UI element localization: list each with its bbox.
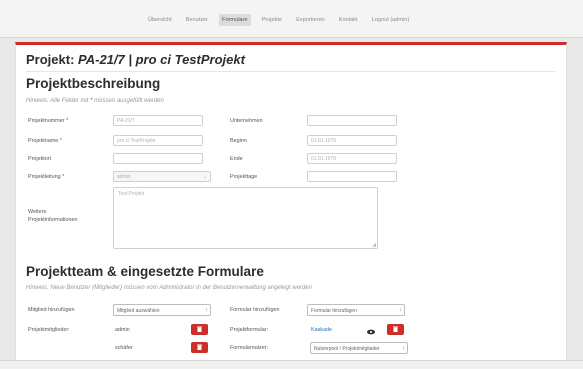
formular-select-value: Formular hinzufügen [311, 308, 357, 314]
weitere-projektinformationen-textarea[interactable]: Test Projekt ◢ [113, 187, 378, 249]
required-hint: Hinweis: Alle Felder mit * müssen ausgef… [26, 98, 164, 104]
label-formularnutzer: Formularnutzer: [230, 345, 269, 351]
label-beginn: Beginn [230, 138, 247, 144]
label-projektname: Projektname * [28, 138, 62, 144]
label-weitere-projektinformationen: Weitere Projektinformationen [28, 209, 78, 223]
projektort-input[interactable] [113, 153, 203, 164]
projektleitung-value: admin [117, 174, 131, 180]
chevron-down-icon: ↕ [205, 307, 209, 313]
nav-item-benutzer[interactable]: Benutzer [183, 14, 211, 26]
description-heading: Projektbeschreibung [26, 76, 161, 91]
label-unternehmen: Unternehmen [230, 118, 263, 124]
mitglied-select-value: Mitglied auswählen [117, 308, 160, 314]
formularnutzer-select[interactable]: Nutzerpool / Projektmitglieder ↕ [310, 342, 408, 354]
beginn-input[interactable]: 01.01.1970 [307, 135, 397, 146]
label-ende: Ende [230, 156, 243, 162]
nav-item-exportieren[interactable]: Exportieren [293, 14, 328, 26]
unternehmen-input[interactable] [307, 115, 397, 126]
chevron-down-icon: ↕ [399, 307, 403, 313]
weitere-value: Test Projekt [118, 191, 145, 197]
projektformular-link[interactable]: Kaskade [311, 327, 332, 333]
nav-item-kontakt[interactable]: Kontakt [336, 14, 361, 26]
nav-item-uebersicht[interactable]: Übersicht [145, 14, 175, 26]
formularnutzer-select-value: Nutzerpool / Projektmitglieder [314, 346, 380, 352]
page-title-project: PA-21/7 | pro ci TestProjekt [78, 52, 245, 67]
member-schaefer: schäfer [115, 345, 133, 351]
team-hint: Hinweis: Neue Benutzer (Mitglieder) müss… [26, 285, 312, 291]
page-title-prefix: Projekt: [26, 52, 79, 67]
nav-item-logout[interactable]: Logout (admin) [369, 14, 413, 26]
ende-input[interactable]: 01.01.1970 [307, 153, 397, 164]
page-title: Projekt: PA-21/7 | pro ci TestProjekt [26, 52, 245, 67]
label-projektort: Projektort [28, 156, 52, 162]
nav-item-formulare[interactable]: Formulare [219, 14, 251, 26]
mitglied-select[interactable]: Mitglied auswählen ↕ [113, 304, 211, 316]
trash-icon [393, 326, 398, 332]
nav-items: Übersicht Benutzer Formulare Projekte Ex… [145, 14, 412, 26]
hint-text-after: müssen ausgefüllt werden [92, 98, 164, 104]
label-projektleitung: Projektleitung * [28, 174, 65, 180]
eye-icon [367, 329, 375, 335]
remove-member-admin-button[interactable] [191, 324, 208, 335]
resize-grip-icon[interactable]: ◢ [372, 242, 376, 248]
label-projektnummer: Projektnummer * [28, 118, 69, 124]
footer [0, 360, 583, 369]
chevron-down-icon: ↕ [402, 345, 406, 351]
nav-item-projekte[interactable]: Projekte [259, 14, 286, 26]
label-projektformular: Projektformular: [230, 327, 269, 333]
title-divider [26, 71, 556, 72]
label-formular-hinzufuegen: Formular hinzufügen [230, 307, 280, 313]
projektnummer-input[interactable]: PA-21/7 [113, 115, 203, 126]
top-navigation: Übersicht Benutzer Formulare Projekte Ex… [0, 0, 583, 38]
label-projektmitglieder: Projektmitglieder: [28, 327, 70, 333]
team-heading: Projektteam & eingesetzte Formulare [26, 264, 264, 279]
member-admin: admin [115, 327, 130, 333]
view-formular-button[interactable] [364, 324, 378, 335]
remove-formular-button[interactable] [387, 324, 404, 335]
label-mitglied-hinzufuegen: Mitglied hinzufügen [28, 307, 75, 313]
projektname-input[interactable]: pro ci TestProjekt [113, 135, 203, 146]
remove-member-schaefer-button[interactable] [191, 342, 208, 353]
project-card: Projekt: PA-21/7 | pro ci TestProjekt Pr… [15, 42, 567, 369]
chevron-down-icon: ⌄ [202, 174, 207, 180]
trash-icon [197, 326, 202, 332]
projekttage-input[interactable] [307, 171, 397, 182]
label-projekttage: Projekttage [230, 174, 258, 180]
projektleitung-select[interactable]: admin ⌄ [113, 171, 211, 182]
trash-icon [197, 344, 202, 350]
formular-select[interactable]: Formular hinzufügen ↕ [307, 304, 405, 316]
hint-text-before: Hinweis: Alle Felder mit [26, 98, 91, 104]
